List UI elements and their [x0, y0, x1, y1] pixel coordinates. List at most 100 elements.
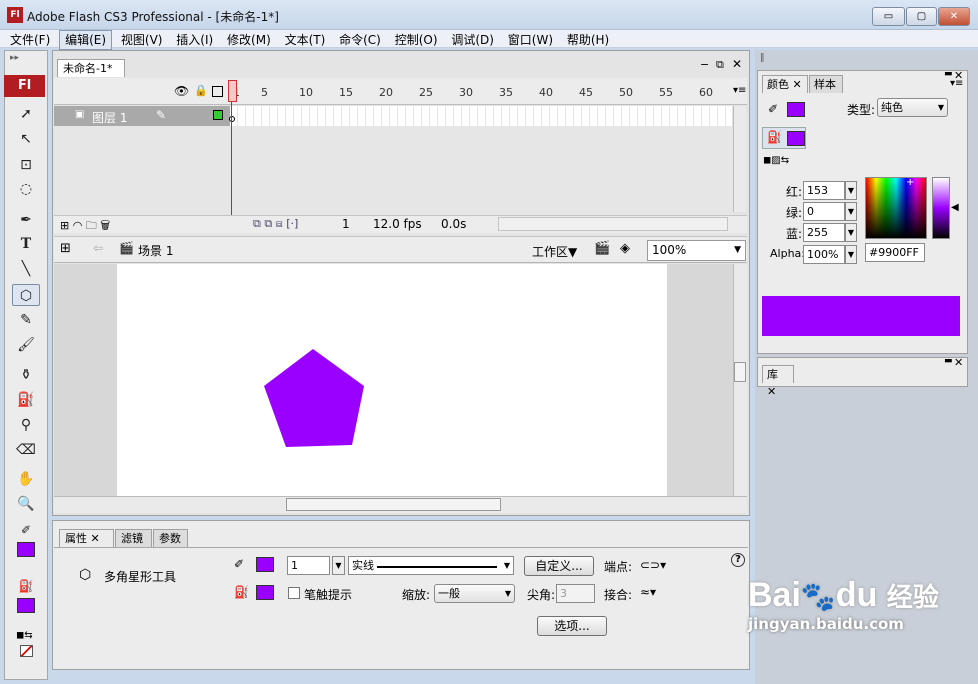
stage-vscroll-thumb[interactable] — [734, 362, 746, 382]
stroke-width-dropdown[interactable]: ▼ — [332, 556, 345, 575]
edit-symbols-icon[interactable]: ◈ — [620, 241, 630, 256]
alpha-input[interactable]: 100% — [803, 245, 845, 264]
color-type-select[interactable]: 纯色 ▼ — [877, 98, 948, 117]
menu-control[interactable]: 控制(O) — [390, 31, 443, 49]
color-spectrum[interactable] — [865, 177, 927, 239]
menu-help[interactable]: 帮助(H) — [562, 31, 614, 49]
alpha-dropdown[interactable]: ▼ — [845, 245, 857, 264]
fill-color-picker[interactable] — [256, 585, 274, 600]
brush-tool-icon[interactable]: 🖌 — [12, 334, 40, 356]
options-button[interactable]: 选项... — [537, 616, 607, 636]
playhead-handle[interactable] — [228, 80, 237, 102]
tab-library[interactable]: 库 ✕ — [762, 365, 794, 398]
workspace-menu[interactable]: 工作区▼ — [532, 243, 577, 260]
tab-color[interactable]: 颜色 ✕ — [762, 75, 808, 93]
timeline-menu-icon[interactable]: ▾≡ — [733, 85, 746, 96]
menu-debug[interactable]: 调试(D) — [446, 31, 499, 49]
brightness-pointer-icon[interactable]: ◀ — [951, 202, 959, 213]
green-input[interactable]: 0 — [803, 202, 845, 221]
selection-tool-icon[interactable]: ➚ — [12, 103, 40, 125]
onion-skin-icons[interactable]: ⧉ ⧉ ⧈ [·] — [253, 217, 298, 231]
timeline-horizontal-scrollbar[interactable] — [498, 217, 728, 231]
dock-grip-icon[interactable]: ‖ — [760, 53, 765, 63]
subselection-tool-icon[interactable]: ↖ — [12, 128, 40, 150]
back-arrow-icon[interactable]: ⇦ — [93, 241, 103, 255]
menu-window[interactable]: 窗口(W) — [503, 31, 558, 49]
library-close-icon[interactable]: ✕ — [954, 356, 963, 369]
panel-menu-icon[interactable]: ▾≡ — [950, 78, 963, 89]
pencil-tool-icon[interactable]: ✎ — [12, 309, 40, 331]
add-layer-icons[interactable]: ⊞ ◠ 🗀 🗑 — [60, 217, 110, 236]
menu-edit[interactable]: 编辑(E) — [59, 30, 113, 50]
menu-commands[interactable]: 命令(C) — [334, 31, 386, 49]
frames-area[interactable] — [230, 106, 732, 126]
tab-properties[interactable]: 属性 ✕ — [59, 529, 114, 547]
tab-swatches[interactable]: 样本 — [809, 75, 843, 93]
line-tool-icon[interactable]: ╲ — [12, 258, 40, 280]
menu-insert[interactable]: 插入(I) — [171, 31, 218, 49]
text-tool-icon[interactable]: T — [12, 233, 40, 255]
swap-colors-icon[interactable]: ◼▨⇆ — [763, 155, 789, 166]
eraser-tool-icon[interactable]: ⌫ — [12, 439, 40, 461]
green-dropdown[interactable]: ▼ — [845, 202, 857, 221]
document-tab[interactable]: 未命名-1* — [57, 59, 125, 77]
brightness-slider[interactable] — [932, 177, 950, 239]
help-icon[interactable]: ? — [731, 553, 745, 567]
lock-icon[interactable]: 🔒 — [194, 84, 208, 97]
hex-input[interactable]: #9900FF — [865, 243, 925, 262]
no-color-icon[interactable] — [20, 645, 33, 657]
purple-pentagon-shape[interactable] — [262, 348, 366, 448]
free-transform-tool-icon[interactable]: ⊡ — [12, 154, 40, 176]
scene-name[interactable]: 场景 1 — [138, 242, 173, 259]
stroke-color-swatch[interactable] — [17, 542, 35, 557]
black-white-icon[interactable]: ◼⇆ — [16, 630, 33, 641]
blue-input[interactable]: 255 — [803, 223, 845, 242]
miter-input[interactable]: 3 — [556, 584, 595, 603]
tab-parameters[interactable]: 参数 — [153, 529, 188, 547]
layer-color-icon[interactable] — [213, 110, 223, 120]
playhead[interactable] — [231, 80, 232, 230]
eyedropper-tool-icon[interactable]: ⚲ — [12, 414, 40, 436]
library-minimize-icon[interactable]: ▬ — [944, 356, 953, 366]
stage[interactable] — [117, 264, 667, 496]
close-doc-icon[interactable]: ✕ — [732, 57, 742, 71]
close-window-button[interactable]: ✕ — [938, 7, 970, 26]
endpoint-cap-icon[interactable]: ⊂⊃▾ — [640, 558, 666, 572]
outline-icon[interactable] — [212, 86, 223, 97]
pen-tool-icon[interactable]: ✒ — [12, 209, 40, 231]
stroke-color-picker[interactable] — [256, 557, 274, 572]
stage-hscroll-thumb[interactable] — [286, 498, 501, 511]
eye-icon[interactable]: 👁 — [174, 84, 189, 98]
zoom-tool-icon[interactable]: 🔍 — [12, 493, 40, 515]
minimize-button[interactable]: ▭ — [872, 7, 905, 26]
color-stroke-swatch[interactable] — [787, 102, 805, 117]
scale-select[interactable]: 一般 ▼ — [434, 584, 515, 603]
polystar-tool-icon[interactable]: ⬡ — [12, 284, 40, 306]
stroke-style-select[interactable]: 实线 ▼ — [348, 556, 514, 575]
menu-text[interactable]: 文本(T) — [280, 31, 331, 49]
layer-name[interactable]: 图层 1 — [92, 109, 127, 126]
hand-tool-icon[interactable]: ✋ — [12, 468, 40, 490]
red-input[interactable]: 153 — [803, 181, 845, 200]
custom-button[interactable]: 自定义... — [524, 556, 594, 576]
blue-dropdown[interactable]: ▼ — [845, 223, 857, 242]
stroke-width-input[interactable]: 1 — [287, 556, 330, 575]
edit-scene-icon[interactable]: 🎬 — [594, 241, 610, 256]
color-fill-swatch[interactable] — [787, 131, 805, 146]
restore-doc-icon[interactable]: ⧉ — [716, 58, 724, 72]
ink-bottle-tool-icon[interactable]: ⚱ — [12, 364, 40, 386]
join-style-icon[interactable]: ≈▾ — [640, 585, 656, 599]
red-dropdown[interactable]: ▼ — [845, 181, 857, 200]
maximize-button[interactable]: ▢ — [906, 7, 937, 26]
menu-view[interactable]: 视图(V) — [116, 31, 168, 49]
zoom-select[interactable]: 100% ▼ — [647, 240, 746, 261]
keyframe-icon[interactable] — [229, 116, 235, 122]
tools-grip-icon[interactable]: ▸▸ — [10, 53, 19, 63]
tab-filters[interactable]: 滤镜 — [115, 529, 152, 547]
lasso-tool-icon[interactable]: ◌ — [12, 178, 40, 200]
menu-file[interactable]: 文件(F) — [5, 31, 55, 49]
menu-modify[interactable]: 修改(M) — [222, 31, 276, 49]
stroke-hint-checkbox[interactable] — [288, 587, 300, 599]
fill-color-swatch[interactable] — [17, 598, 35, 613]
timeline-toggle-icon[interactable]: ⊞ — [60, 241, 71, 256]
